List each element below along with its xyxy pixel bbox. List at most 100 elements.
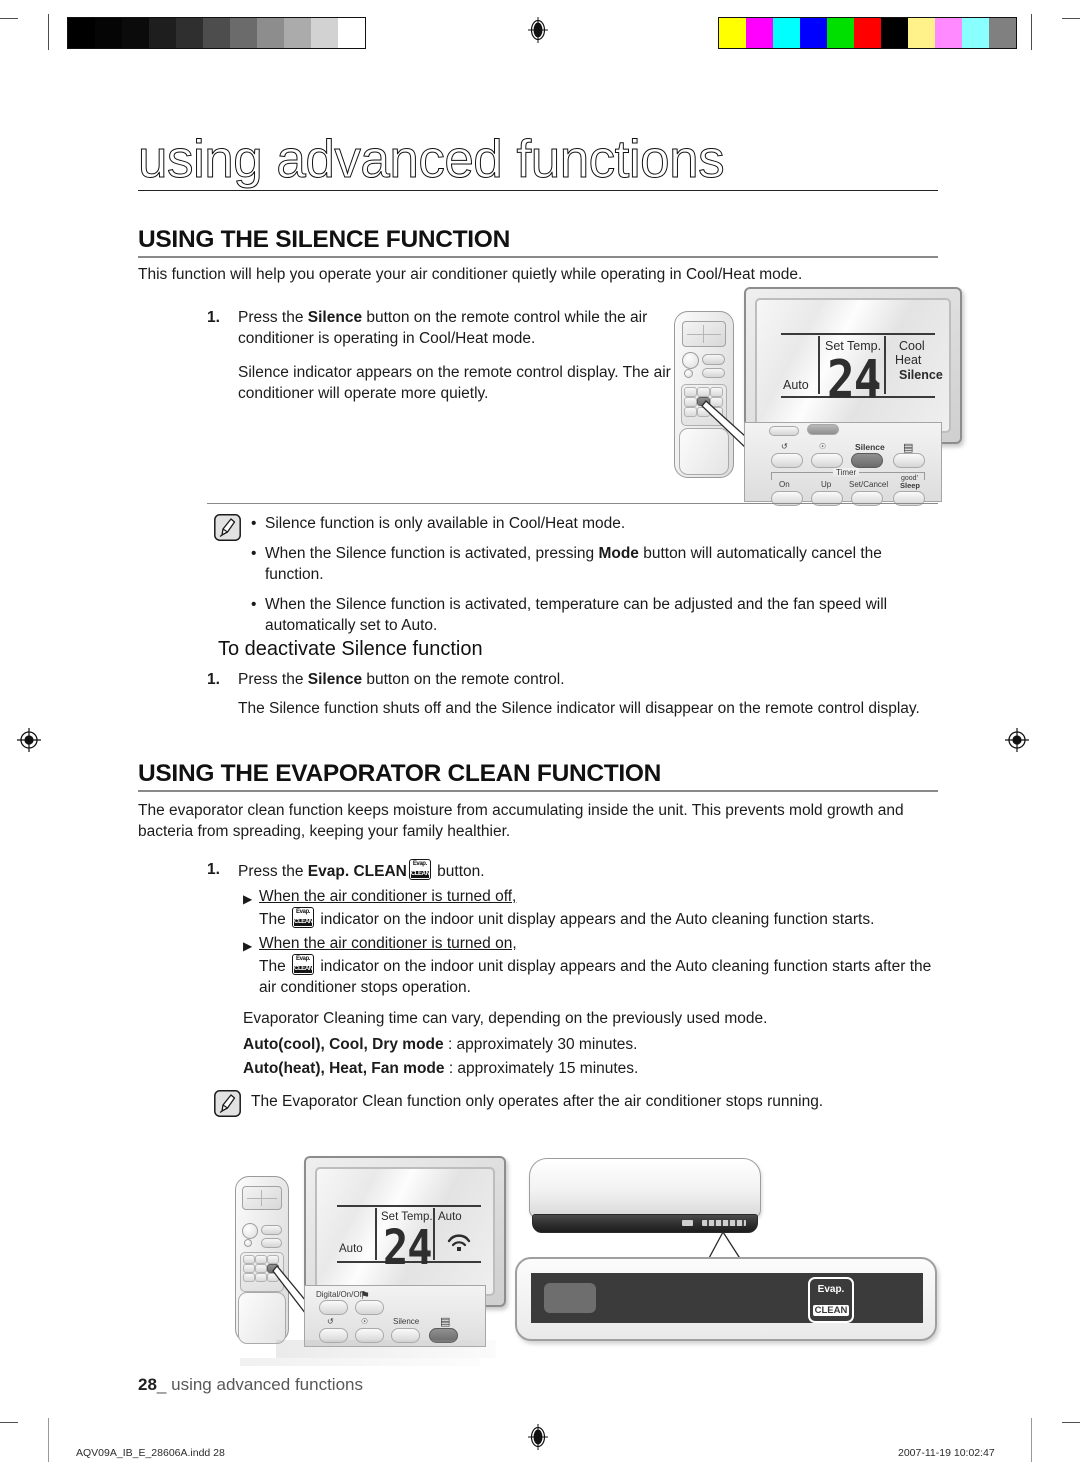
note1-bullet-1: • Silence function is only available in …: [251, 513, 939, 534]
panel-icon-swirl: ↺: [327, 1317, 334, 1326]
panel-button-silence: [851, 453, 883, 468]
arrow-item-turned-off-post: indicator on the indoor unit display app…: [316, 911, 875, 928]
registration-mark-left: [16, 727, 42, 753]
panel-button-flag: [355, 1300, 384, 1315]
panel-button-1: [771, 453, 803, 468]
grayscale-swatch-5: [203, 18, 230, 48]
panel-icon-swirl: ↺: [781, 442, 788, 451]
timing-intro: Evaporator Cleaning time can vary, depen…: [243, 1010, 768, 1027]
lcd-temperature-unit: c: [870, 375, 879, 392]
note1-bullet-2-text: When the Silence function is activated, …: [265, 543, 939, 585]
scan-artifact: [276, 1340, 496, 1358]
manual-page: using advanced functions USING THE SILEN…: [0, 0, 1080, 1483]
deactivate-step-paragraph-2: The Silence function shuts off and the S…: [238, 700, 920, 717]
panel-label-timer-on: On: [779, 480, 790, 489]
trim-mark-right-bottom: [1062, 1422, 1080, 1423]
grayscale-swatch-8: [284, 18, 311, 48]
timing-row-autoheat-value: : approximately 15 minutes.: [444, 1060, 639, 1077]
panel-button-4: [893, 453, 925, 468]
panel-label-digital-on-off: Digital/On/Off: [316, 1290, 364, 1299]
illustration-indoor-unit: Evap. CLEAN: [510, 1150, 950, 1345]
evap-clean-icon-bottom: CLEAN: [294, 966, 313, 973]
evap-clean-icon-top: Evap.: [296, 909, 311, 915]
timing-row-autocool: Auto(cool), Cool, Dry mode : approximate…: [243, 1034, 938, 1055]
lcd-left-divider: [818, 336, 820, 394]
step-bold-silence: Silence: [307, 671, 363, 688]
arrow-item-turned-off-body: When the air conditioner is turned off, …: [259, 886, 874, 930]
color-calibration-bar: [718, 17, 1017, 49]
footer-page-label: 28_ using advanced functions: [138, 1375, 363, 1395]
section1-step-paragraph-2: Silence indicator appears on the remote …: [238, 364, 671, 402]
imprint-top-rule: [48, 1418, 49, 1462]
arrow-item-turned-on: ▶ When the air conditioner is turned on,…: [243, 933, 938, 998]
trim-mark-left-top: [0, 18, 18, 19]
panel-label-silence: Silence: [855, 442, 885, 452]
remote-lcd-display: Set Temp. 24 c Auto Cool Heat Silence: [744, 287, 962, 444]
remote-button-panel: ↺ ☉ Silence ▤ Timer On Up Set/Cancel goo…: [744, 422, 942, 506]
note1-bullet-3-text: When the Silence function is activated, …: [265, 596, 888, 634]
caret-icon: ▶: [243, 892, 253, 906]
trim-mark-right-top: [1062, 18, 1080, 19]
arrow-item-turned-off-title: When the air conditioner is turned off,: [259, 888, 517, 905]
note1-top-rule: [207, 503, 938, 504]
lcd-mode-auto: Auto: [438, 1211, 462, 1223]
evap-clean-icon: Evap. CLEAN: [292, 954, 315, 975]
chapter-title-rule: [138, 190, 938, 191]
color-swatch-1: [746, 18, 773, 48]
panel-label-silence: Silence: [393, 1317, 420, 1326]
bullet-glyph: •: [251, 596, 257, 613]
timing-row-autoheat: Auto(heat), Heat, Fan mode : approximate…: [243, 1058, 938, 1079]
illustration-silence: Set Temp. 24 c Auto Cool Heat Silence ↺ …: [660, 285, 962, 506]
registration-mark-top-center: [525, 17, 551, 43]
timing-row-autoheat-label: Auto(heat), Heat, Fan mode: [243, 1060, 445, 1077]
bullet-glyph: •: [251, 515, 257, 532]
color-swatch-10: [989, 18, 1016, 48]
registration-mark-right: [1004, 727, 1030, 753]
panel-button-digital-on-off: [319, 1300, 348, 1315]
step-text-post: button.: [432, 863, 485, 880]
lcd-mode-cool: Cool: [899, 339, 925, 353]
evap-clean-icon-bottom: CLEAN: [294, 919, 313, 926]
panel-icon-fan: ☉: [361, 1317, 369, 1326]
step-bold-silence: Silence: [307, 309, 363, 326]
deactivate-step-1: 1. Press the Silence button on the remot…: [207, 669, 907, 690]
note1-bullet-2-pre: When the Silence function is activated, …: [265, 545, 599, 562]
color-swatch-2: [773, 18, 800, 48]
scan-artifact: [240, 1358, 480, 1366]
step-text-post: button on the remote control.: [362, 671, 565, 688]
panel-label-set-cancel: Set/Cancel: [849, 480, 889, 489]
panel-top-button-right: [807, 424, 839, 435]
color-swatch-5: [854, 18, 881, 48]
grayscale-swatch-3: [149, 18, 176, 48]
chapter-title: using advanced functions: [138, 130, 726, 189]
note1-bullet-1-text: Silence function is only available in Co…: [265, 515, 626, 532]
panel-label-sleep: Sleep: [900, 481, 921, 490]
lcd-indicator-silence: Silence: [899, 368, 943, 382]
note1-bullet-2: • When the Silence function is activated…: [251, 543, 939, 585]
arrow-item-turned-on-pre: The: [259, 958, 291, 975]
note-pencil-icon: [214, 514, 241, 541]
timing-row-autocool-label: Auto(cool), Cool, Dry mode: [243, 1036, 444, 1053]
evap-clean-indicator-top: Evap.: [817, 1284, 845, 1295]
grayscale-swatch-4: [176, 18, 203, 48]
section-heading-rule-2: [138, 790, 938, 792]
lcd-top-divider: [337, 1205, 481, 1207]
note1-bullet-2-bold-mode: Mode: [598, 545, 639, 562]
crop-mark-top-right: [1031, 14, 1032, 50]
section2-step-1: 1. Press the Evap. CLEAN Evap. CLEAN butto…: [207, 859, 907, 882]
grayscale-swatch-6: [230, 18, 257, 48]
indoor-unit-display-closeup: Evap. CLEAN: [515, 1257, 937, 1341]
arrow-item-turned-on-title: When the air conditioner is turned on,: [259, 935, 517, 952]
step-text: Press the Silence button on the remote c…: [238, 669, 907, 690]
section-heading-silence: USING THE SILENCE FUNCTION: [138, 226, 510, 253]
footer-page-number: 28: [138, 1375, 157, 1394]
note-pencil-icon: [214, 1090, 241, 1117]
arrow-item-turned-off-pre: The: [259, 911, 291, 928]
color-swatch-7: [908, 18, 935, 48]
color-swatch-0: [719, 18, 746, 48]
caret-icon: ▶: [243, 939, 253, 953]
panel-icon-fan: ☉: [819, 442, 827, 451]
section-heading-rule-1: [138, 256, 938, 258]
panel-top-button-left: [769, 426, 799, 436]
evap-clean-indicator-bottom: CLEAN: [813, 1305, 849, 1316]
